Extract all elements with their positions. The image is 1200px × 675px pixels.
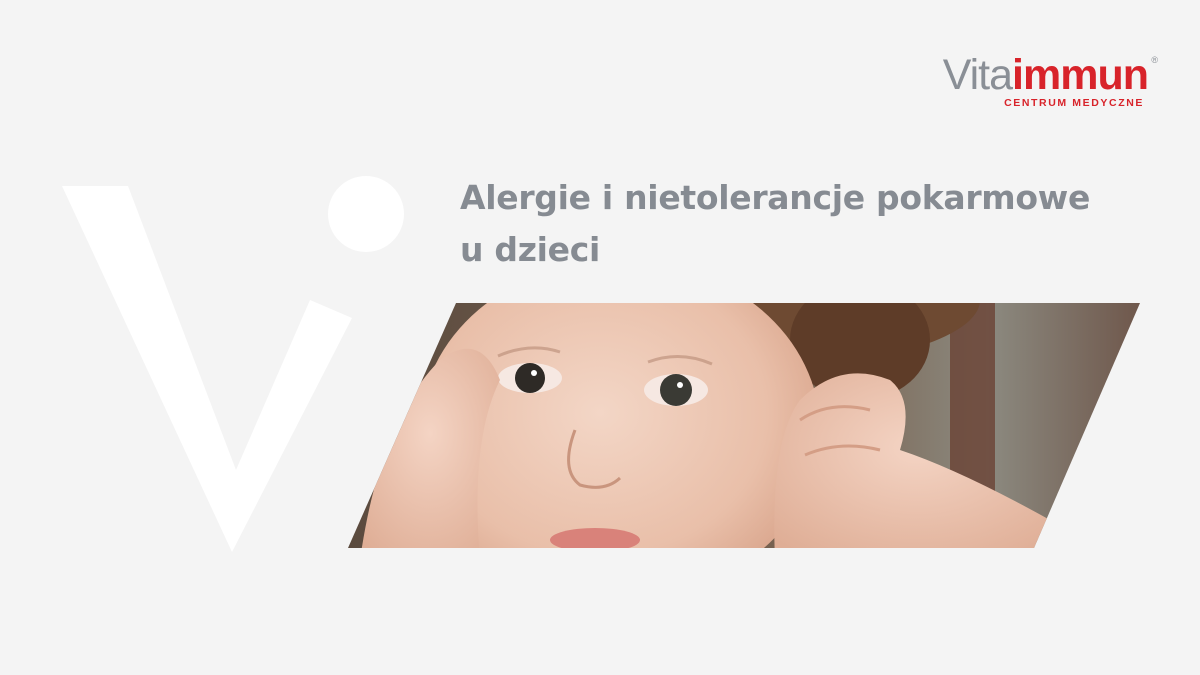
child-covering-ears-photo bbox=[348, 303, 1140, 548]
